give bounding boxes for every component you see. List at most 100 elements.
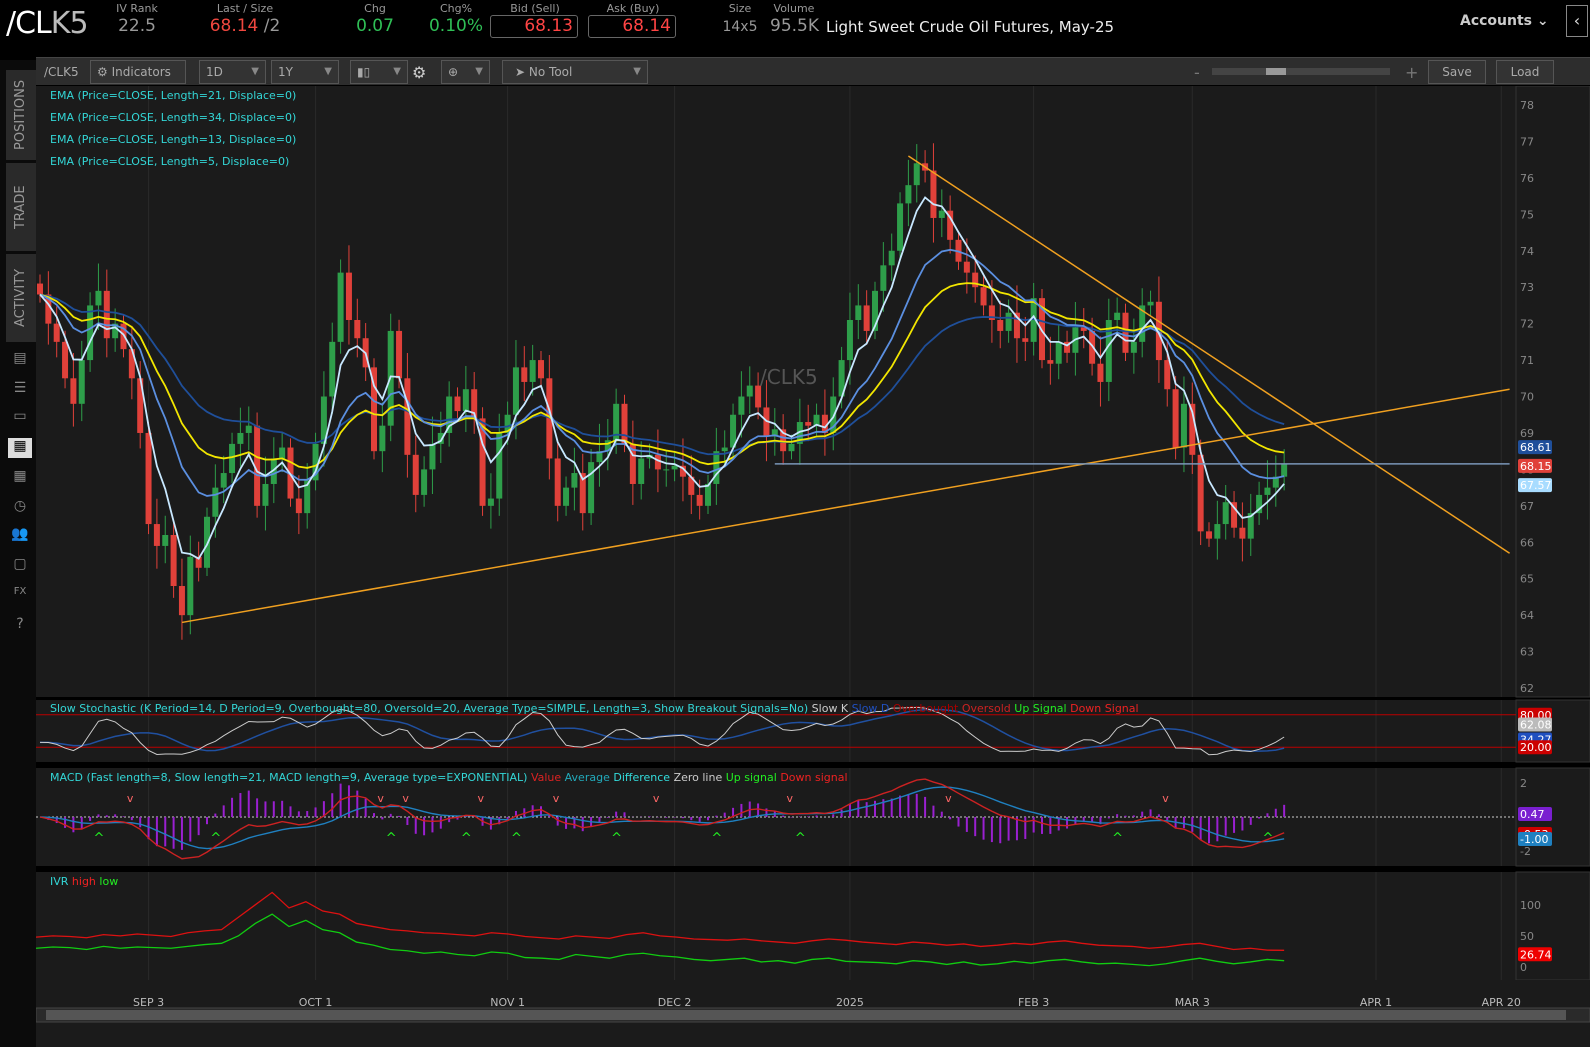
stoch-tag-label: 62.08 <box>1520 718 1552 731</box>
instrument-description: Light Sweet Crude Oil Futures, May-25 <box>826 18 1115 36</box>
x-tick-label: DEC 2 <box>658 996 692 1009</box>
ema13-legend: EMA (Price=CLOSE, Length=13, Displace=0) <box>50 133 297 146</box>
slowk-legend: Slow K <box>811 702 849 715</box>
candle <box>663 469 670 471</box>
candle <box>337 272 344 342</box>
indicators-button[interactable]: ⚙ Indicators <box>90 60 186 84</box>
drawing-set-select[interactable]: ⊕ <box>441 60 490 84</box>
zoom-out-button[interactable]: - <box>1194 63 1200 82</box>
ask[interactable]: Ask (Buy) 68.14 <box>588 2 678 38</box>
zoom-slider-handle[interactable] <box>1266 68 1286 75</box>
load-button[interactable]: Load <box>1496 60 1554 84</box>
candle <box>354 319 361 339</box>
collapse-panel-button[interactable]: ‹ <box>1566 5 1588 37</box>
price-tag-label: 68.15 <box>1520 460 1552 473</box>
candle <box>70 378 77 404</box>
accounts-menu[interactable]: Accounts ⌄ <box>1460 13 1549 29</box>
tab-trade[interactable]: TRADE <box>6 163 36 251</box>
chart-area[interactable]: SEP 3 OCT 1 NOV 1 DEC 2 2025 FEB 3 MAR 3 APR 1 A… <box>36 86 1590 1047</box>
down-signal-arrow: v <box>653 792 660 805</box>
tv-icon[interactable]: ▭ <box>10 408 30 428</box>
x-tick-label: MAR 3 <box>1175 996 1210 1009</box>
y-tick-label: 77 <box>1520 135 1534 148</box>
quote-header: /CLK5 IV Rank 22.5 Last / Size 68.14 /2 Ch… <box>0 0 1590 56</box>
zoom-slider[interactable] <box>1212 68 1390 75</box>
tab-activity[interactable]: ACTIVITY <box>6 254 36 342</box>
candle <box>103 290 110 339</box>
up-signal-arrow: ^ <box>461 831 472 846</box>
candle <box>713 451 720 484</box>
accounts-label: Accounts <box>1460 13 1533 29</box>
crosshair-icon: ⊕ <box>448 65 459 79</box>
y-tick-label: 69 <box>1520 427 1534 440</box>
y-tick-label: 71 <box>1520 354 1534 367</box>
chgpct-value: 0.10% <box>428 16 483 36</box>
candle <box>980 287 987 306</box>
zoom-in-button[interactable]: + <box>1405 63 1418 82</box>
candle <box>1206 531 1212 539</box>
last-size-value: /2 <box>263 16 281 36</box>
macd-tag-label: -1.00 <box>1520 833 1548 846</box>
ask-button[interactable]: 68.14 <box>588 15 676 38</box>
timeframe-select[interactable]: 1Y <box>271 60 339 84</box>
macd-legend: MACD (Fast length=8, Slow length=21, MAC… <box>50 771 848 784</box>
symbol-title[interactable]: /CLK5 <box>6 6 89 41</box>
people-icon[interactable]: 👥 <box>10 526 30 546</box>
chart-report-icon[interactable]: ▤ <box>10 350 30 370</box>
candle <box>454 396 461 412</box>
tab-positions[interactable]: POSITIONS <box>6 70 36 160</box>
down-signal-arrow: v <box>402 792 409 805</box>
candle <box>1172 389 1179 448</box>
charts-icon[interactable]: ▦ <box>8 438 32 458</box>
last-value: 68.14 <box>209 16 259 36</box>
y-tick-label: 62 <box>1520 682 1534 695</box>
bid-button[interactable]: 68.13 <box>490 15 578 38</box>
macd-title: MACD (Fast length=8, Slow length=21, MAC… <box>50 771 528 784</box>
x-tick-label: OCT 1 <box>299 996 333 1009</box>
bid[interactable]: Bid (Sell) 68.13 <box>490 2 580 38</box>
candle <box>187 556 194 616</box>
help-icon[interactable]: ? <box>10 616 30 636</box>
down-signal-arrow: v <box>787 792 794 805</box>
candle <box>1147 301 1154 306</box>
list-icon[interactable]: ☰ <box>10 380 30 400</box>
volume-label: Volume <box>773 2 815 15</box>
change-pct: Chg% 0.10% <box>428 2 484 36</box>
candle <box>846 319 853 361</box>
candle <box>897 203 904 251</box>
candle <box>1055 341 1062 364</box>
candle <box>237 432 244 444</box>
grid-icon[interactable]: ▦ <box>10 468 30 488</box>
price-tag-label: 67.57 <box>1520 479 1552 492</box>
down-signal-arrow: v <box>127 792 134 805</box>
candle <box>78 360 85 404</box>
candle <box>37 283 43 295</box>
candle <box>930 170 937 218</box>
stoch-legend: Slow Stochastic (K Period=14, D Period=9… <box>50 702 1139 715</box>
ivr-y-tick: 100 <box>1520 899 1541 912</box>
ivr-low-legend: low <box>99 875 119 888</box>
clock-icon[interactable]: ◷ <box>10 498 30 518</box>
aggregation-select[interactable]: 1D <box>199 60 266 84</box>
scrollbar-thumb[interactable] <box>46 1010 1566 1020</box>
fx-icon[interactable]: FX <box>10 586 30 606</box>
chart-toolbar: /CLK5 ⚙ Indicators 1D 1Y ▮▯ ⚙ ⊕ ➤ No Too… <box>36 57 1590 85</box>
ivr-title: IVR <box>50 875 69 888</box>
candle <box>880 265 887 291</box>
candle <box>379 425 386 452</box>
gear-icon[interactable]: ⚙ <box>412 63 426 82</box>
candle <box>671 465 678 470</box>
candle <box>888 250 895 266</box>
x-tick-label: FEB 3 <box>1018 996 1049 1009</box>
candle <box>145 432 152 525</box>
up-signal-arrow: ^ <box>711 831 722 846</box>
tool-select[interactable]: ➤ No Tool <box>502 60 648 84</box>
candle <box>913 163 920 186</box>
y-tick-label: 66 <box>1520 536 1534 549</box>
candle <box>863 305 870 331</box>
save-button[interactable]: Save <box>1428 60 1486 84</box>
symbol-contract: K5 <box>50 6 89 41</box>
calendar-icon[interactable]: ▢ <box>10 556 30 576</box>
down-signal-arrow: v <box>553 792 560 805</box>
chart-style-select[interactable]: ▮▯ <box>350 60 408 84</box>
